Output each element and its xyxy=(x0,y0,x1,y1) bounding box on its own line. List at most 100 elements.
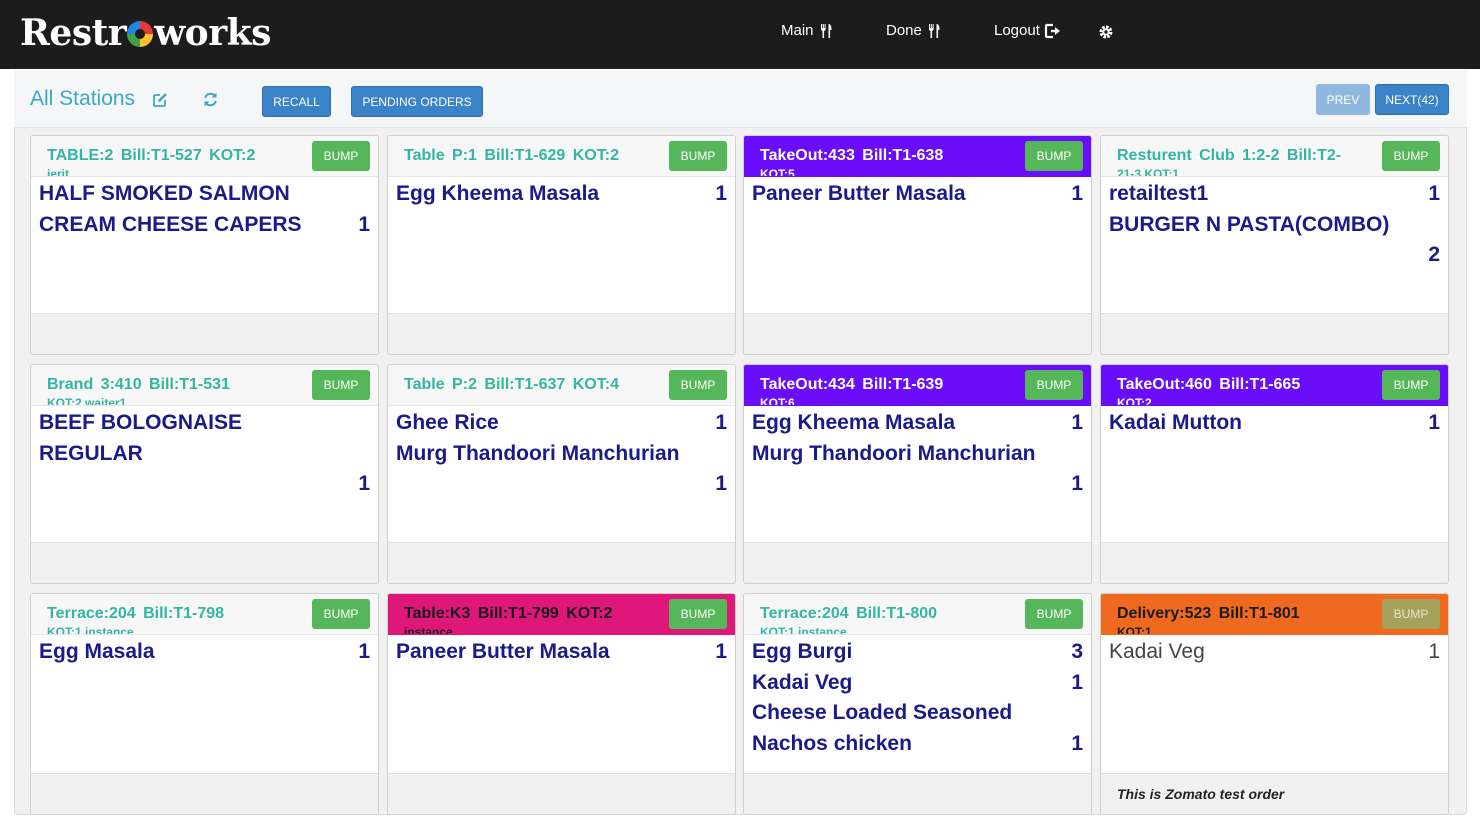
order-header-text: TakeOut:433 Bill:T1-638 xyxy=(760,147,944,164)
order-card-footer xyxy=(744,313,1091,354)
order-item-name: Murg Thandoori Manchurian xyxy=(752,441,1036,465)
bump-button[interactable]: BUMP xyxy=(1025,141,1083,171)
order-card[interactable]: Table:K3 Bill:T1-799 KOT:2 instance BUMP Pa… xyxy=(387,593,736,815)
order-item-qty: 1 xyxy=(1071,731,1083,755)
order-card-header: TakeOut:433 Bill:T1-638 KOT:5 BUMP xyxy=(744,136,1091,177)
bump-button[interactable]: BUMP xyxy=(1025,599,1083,629)
order-item-qty: 1 xyxy=(1428,411,1440,434)
order-card-header: Table P:1 Bill:T1-629 KOT:2 BUMP xyxy=(388,136,735,177)
order-item-name: BURGER N PASTA(COMBO) xyxy=(1109,212,1390,236)
bump-button[interactable]: BUMP xyxy=(1382,141,1440,171)
order-items-list: Egg Burgi 3 Kadai Veg 1 Cheese Loaded Season… xyxy=(752,637,1083,759)
top-navbar: Restr works Main Done Logout xyxy=(0,0,1480,69)
order-card-header: TakeOut:434 Bill:T1-639 KOT:6 BUMP xyxy=(744,365,1091,406)
bump-button[interactable]: BUMP xyxy=(1025,370,1083,400)
order-items-list: retailtest1 1 BURGER N PASTA(COMBO) 2 xyxy=(1109,179,1440,271)
order-header-text: Brand 3:410 Bill:T1-531 xyxy=(47,376,230,393)
next-page-button[interactable]: NEXT(42) xyxy=(1375,84,1449,115)
order-header-text: TakeOut:460 Bill:T1-665 xyxy=(1117,376,1301,393)
order-header-subtext: KOT:1 instance xyxy=(47,625,134,635)
restroworks-logo[interactable]: Restr works xyxy=(20,12,271,54)
order-item-row: HALF SMOKED SALMON CREAM CHEESE CAPERS 1 xyxy=(39,179,370,240)
order-items-list: Ghee Rice 1 Murg Thandoori Manchurian 1 xyxy=(396,408,727,500)
logo-o-icon xyxy=(127,21,154,47)
bump-button[interactable]: BUMP xyxy=(1382,370,1440,400)
order-item-name: Egg Burgi xyxy=(752,640,853,663)
order-header-text: TABLE:2 Bill:T1-527 KOT:2 xyxy=(47,147,256,164)
order-items-list: Egg Kheema Masala 1 Murg Thandoori Manchur… xyxy=(752,408,1083,500)
nav-done-link[interactable]: Done xyxy=(886,22,942,39)
recall-button[interactable]: RECALL xyxy=(262,86,331,117)
bump-button[interactable]: BUMP xyxy=(312,141,370,171)
order-item-row: retailtest1 1 xyxy=(1109,179,1440,210)
order-header-subtext: 21-3 KOT:1 xyxy=(1117,167,1180,177)
bump-button[interactable]: BUMP xyxy=(312,370,370,400)
order-card[interactable]: TakeOut:460 Bill:T1-665 KOT:2 BUMP Kadai Mu… xyxy=(1100,364,1449,584)
order-card[interactable]: Table P:2 Bill:T1-637 KOT:4 BUMP Ghee Rice… xyxy=(387,364,736,584)
order-item-qty: 1 xyxy=(1071,182,1083,205)
nav-logout-link[interactable]: Logout xyxy=(994,22,1061,39)
order-card[interactable]: Brand 3:410 Bill:T1-531 KOT:2 waiter1 BUMP… xyxy=(30,364,379,584)
order-header-text: Table P:2 Bill:T1-637 KOT:4 xyxy=(404,376,619,393)
order-item-qty: 1 xyxy=(1071,670,1083,694)
refresh-icon[interactable] xyxy=(202,91,219,108)
order-items-list: Paneer Butter Masala 1 xyxy=(396,637,727,668)
order-card[interactable]: Table P:1 Bill:T1-629 KOT:2 BUMP Egg Kheem… xyxy=(387,135,736,355)
order-header-subtext: KOT:1 xyxy=(1117,625,1152,635)
order-card-footer: This is Zomato test order xyxy=(1101,773,1448,814)
order-item-name: Cheese Loaded Seasoned Nachos chicken xyxy=(752,701,1013,755)
order-card-header: TakeOut:460 Bill:T1-665 KOT:2 BUMP xyxy=(1101,365,1448,406)
order-item-row: Murg Thandoori Manchurian xyxy=(396,439,727,470)
order-item-name: Ghee Rice xyxy=(396,411,499,434)
order-item-name: Egg Kheema Masala xyxy=(752,411,956,434)
order-card[interactable]: Terrace:204 Bill:T1-798 KOT:1 instance BUM… xyxy=(30,593,379,815)
order-header-subtext: jerit xyxy=(47,167,70,177)
order-card[interactable]: TakeOut:433 Bill:T1-638 KOT:5 BUMP Paneer B… xyxy=(743,135,1092,355)
order-card-header: Table P:2 Bill:T1-637 KOT:4 BUMP xyxy=(388,365,735,406)
order-item-row: Egg Kheema Masala 1 xyxy=(396,179,727,210)
order-item-name: Murg Thandoori Manchurian xyxy=(396,441,680,465)
order-card[interactable]: Resturent Club 1:2-2 Bill:T2- 21-3 KOT:1 B… xyxy=(1100,135,1449,355)
bump-button[interactable]: BUMP xyxy=(1382,599,1440,629)
order-card-header: TABLE:2 Bill:T1-527 KOT:2 jerit BUMP xyxy=(31,136,378,177)
order-item-qty: 1 xyxy=(358,212,370,236)
order-item-qty: 1 xyxy=(715,640,727,663)
order-item-row: Kadai Veg 1 xyxy=(752,668,1083,699)
order-note: This is Zomato test order xyxy=(1117,786,1285,802)
order-item-row: Murg Thandoori Manchurian xyxy=(752,439,1083,470)
order-card-footer xyxy=(388,773,735,814)
order-card-footer xyxy=(1101,313,1448,354)
order-card-footer xyxy=(388,313,735,354)
order-item-row: Egg Kheema Masala 1 xyxy=(752,408,1083,439)
order-card[interactable]: TakeOut:434 Bill:T1-639 KOT:6 BUMP Egg Khee… xyxy=(743,364,1092,584)
bump-button[interactable]: BUMP xyxy=(669,141,727,171)
order-card[interactable]: Terrace:204 Bill:T1-800 KOT:1 instance BUM… xyxy=(743,593,1092,815)
order-item-qty: 1 xyxy=(1428,640,1440,663)
nav-logout-label: Logout xyxy=(994,22,1040,39)
nav-main-link[interactable]: Main xyxy=(781,22,834,39)
order-item-qty: 1 xyxy=(1071,472,1083,495)
order-card[interactable]: Delivery:523 Bill:T1-801 KOT:1 BUMP Kadai V… xyxy=(1100,593,1449,815)
order-items-list: Kadai Veg 1 xyxy=(1109,637,1440,668)
order-header-text: Resturent Club 1:2-2 Bill:T2- xyxy=(1117,147,1342,164)
order-items-list: BEEF BOLOGNAISE REGULAR 1 xyxy=(39,408,370,500)
order-item-row: BURGER N PASTA(COMBO) xyxy=(1109,210,1440,241)
order-item-name: BEEF BOLOGNAISE REGULAR xyxy=(39,411,243,465)
prev-page-button[interactable]: PREV xyxy=(1316,84,1370,115)
settings-gear-button[interactable] xyxy=(1098,24,1114,40)
order-card[interactable]: TABLE:2 Bill:T1-527 KOT:2 jerit BUMP HALF S… xyxy=(30,135,379,355)
order-item-qty: 2 xyxy=(1428,243,1440,266)
edit-icon[interactable] xyxy=(152,92,168,108)
bump-button[interactable]: BUMP xyxy=(312,599,370,629)
order-header-subtext: KOT:2 waiter1 xyxy=(47,396,127,406)
order-item-name: Paneer Butter Masala xyxy=(396,640,610,663)
nav-done-label: Done xyxy=(886,22,922,39)
order-header-subtext: KOT:1 instance xyxy=(760,625,847,635)
bump-button[interactable]: BUMP xyxy=(669,599,727,629)
toolbar xyxy=(14,70,1467,128)
order-header-subtext: KOT:5 xyxy=(760,167,795,177)
bump-button[interactable]: BUMP xyxy=(669,370,727,400)
order-card-footer xyxy=(744,542,1091,583)
pending-orders-button[interactable]: PENDING ORDERS xyxy=(351,86,483,117)
sign-out-icon xyxy=(1044,23,1060,38)
